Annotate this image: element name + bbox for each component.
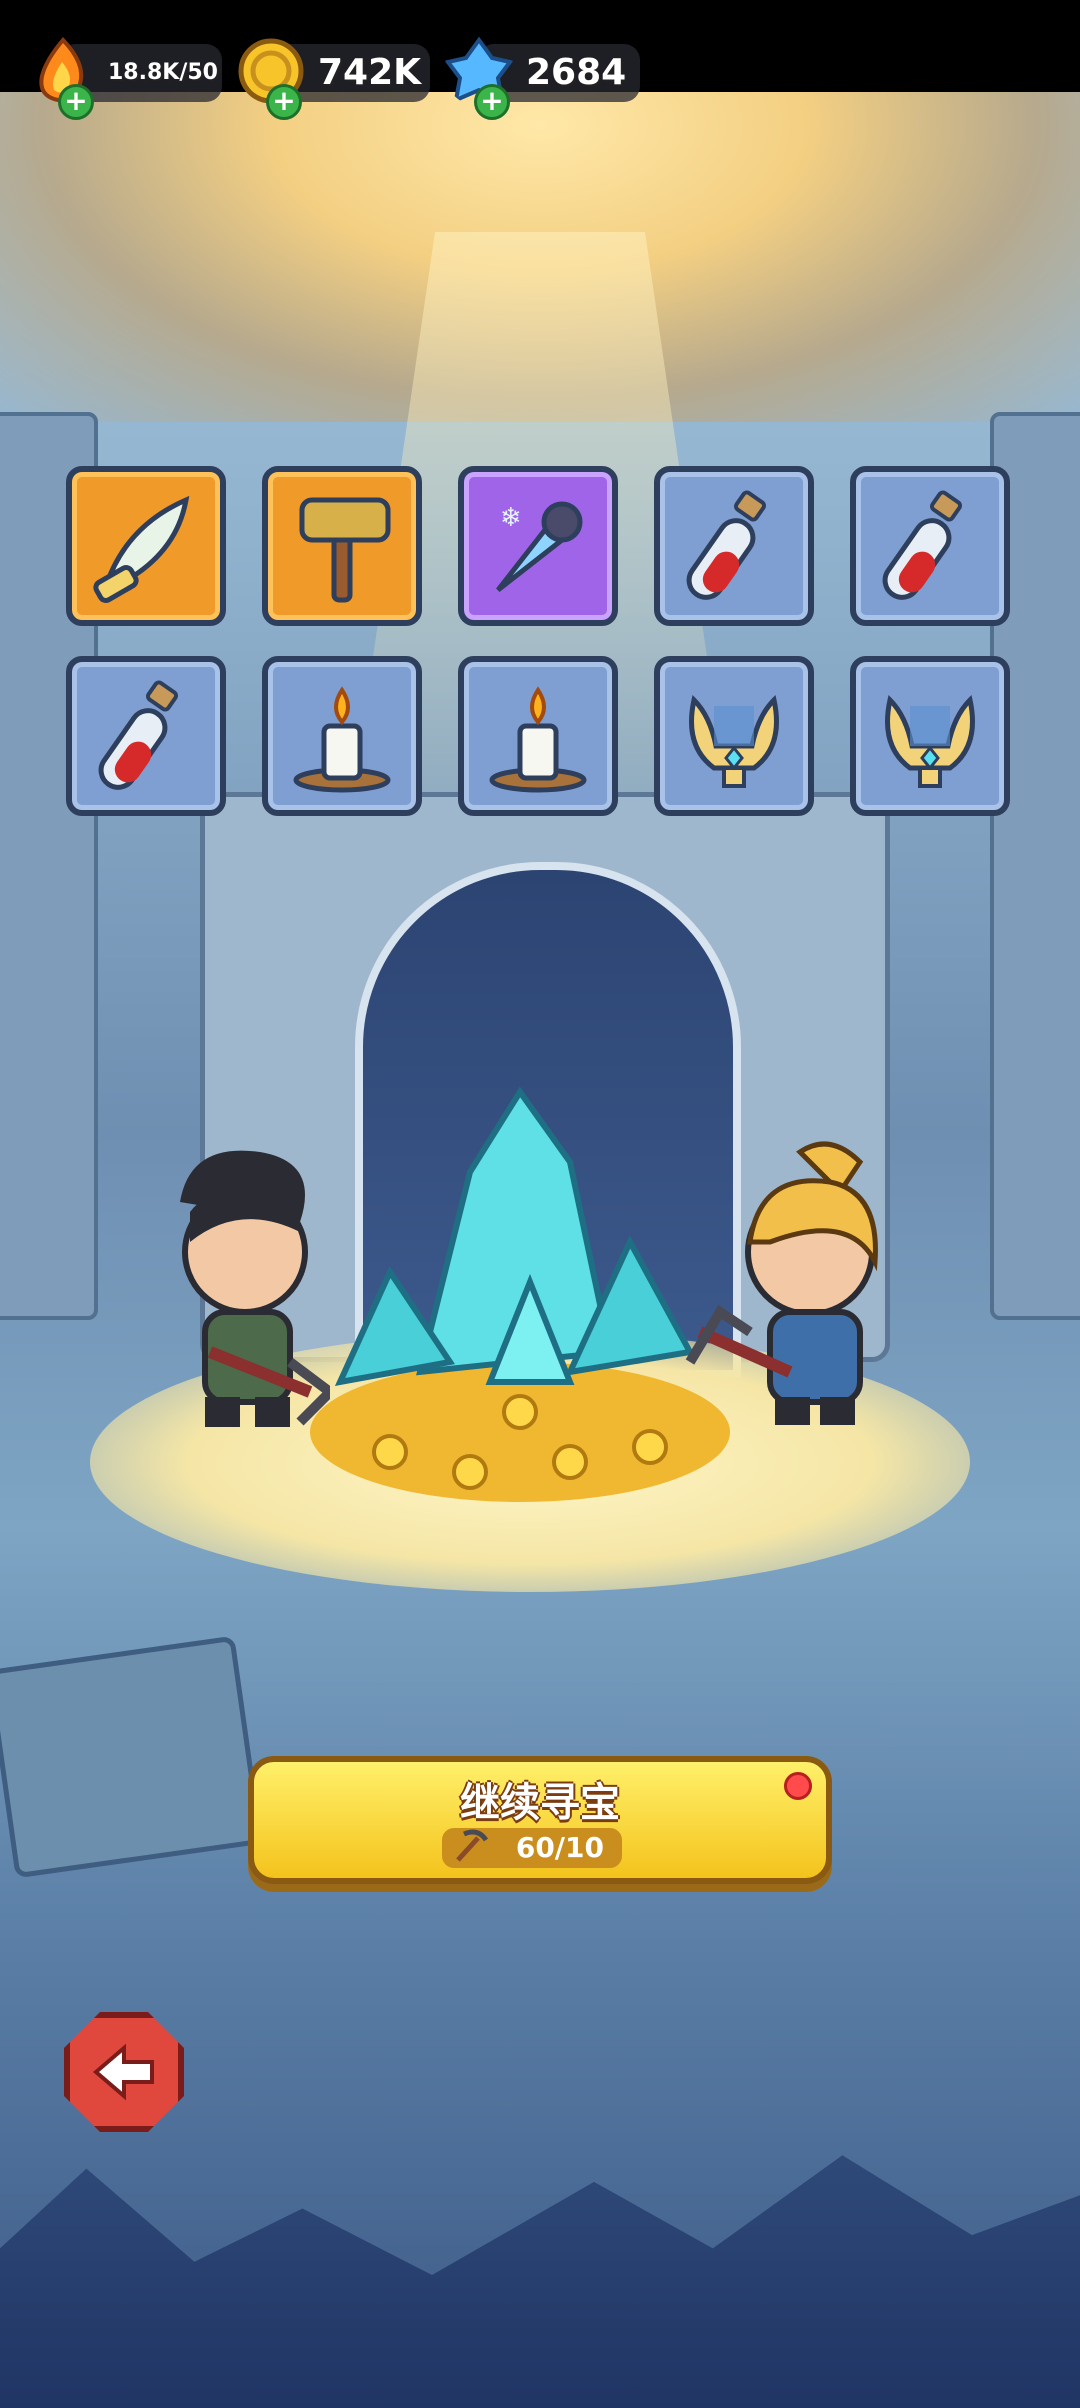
continue-treasure-hunt-button[interactable]: 继续寻宝 60/10 [248, 1756, 832, 1884]
svg-text:❄: ❄ [500, 503, 522, 533]
reward-slot-red-potion[interactable] [654, 466, 814, 626]
reward-slot-golden-lyre[interactable] [850, 656, 1010, 816]
reward-slot-red-potion[interactable] [66, 656, 226, 816]
rubble [0, 1635, 264, 1879]
feather-quill-icon [93, 495, 190, 603]
golden-lyre-icon [885, 694, 975, 788]
reward-slot-golden-lyre[interactable] [654, 656, 814, 816]
golden-lyre-icon [689, 694, 779, 788]
gems-value: 2684 [526, 52, 627, 93]
frost-dagger-icon: ❄ [496, 501, 583, 592]
reward-slot-hammer[interactable] [262, 466, 422, 626]
pickaxe-icon [456, 1829, 489, 1862]
red-potion-icon [98, 680, 178, 790]
back-arrow-icon [92, 2043, 154, 2101]
add-coins-icon[interactable]: + [266, 84, 302, 120]
foreground-rocks [0, 2155, 1080, 2408]
red-potion-icon [882, 490, 962, 600]
continue-button-label: 继续寻宝 [460, 1780, 620, 1826]
coins-value: 742K [318, 52, 422, 93]
reward-slot-feather-quill[interactable] [66, 466, 226, 626]
back-button[interactable] [64, 2012, 184, 2132]
reward-slot-candle[interactable] [458, 656, 618, 816]
dark-haired-miner-character [180, 1150, 330, 1427]
reward-slot-red-potion[interactable] [850, 466, 1010, 626]
reward-slot-frost-dagger[interactable]: ❄ [458, 466, 618, 626]
add-energy-icon[interactable]: + [58, 84, 94, 120]
red-potion-icon [686, 490, 766, 600]
reward-slot-candle[interactable] [262, 656, 422, 816]
hammer-icon [299, 497, 391, 603]
candle-icon [293, 686, 391, 793]
blonde-miner-character [685, 1141, 878, 1425]
add-gems-icon[interactable]: + [474, 84, 510, 120]
notification-dot [784, 1772, 812, 1800]
candle-icon [489, 686, 587, 793]
energy-value: 18.8K/50 [108, 60, 218, 85]
